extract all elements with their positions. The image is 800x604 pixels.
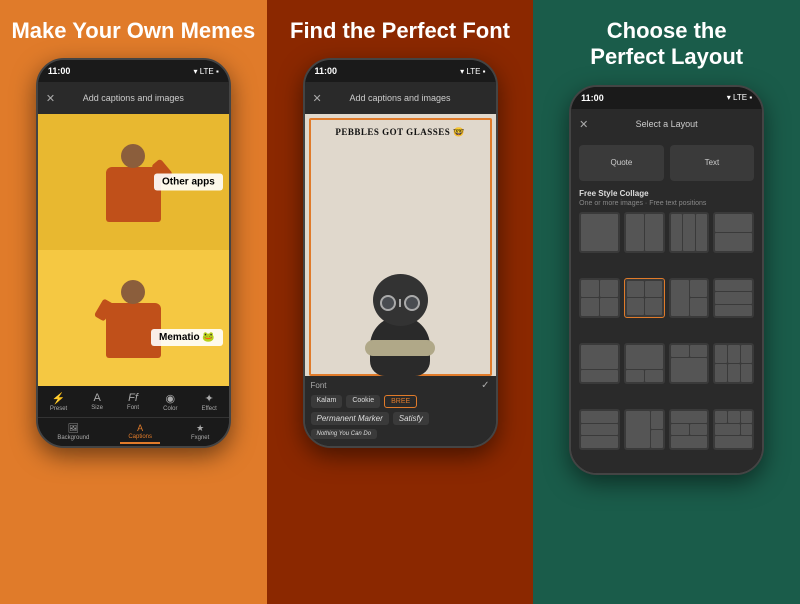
layout-item-7[interactable] <box>669 278 710 319</box>
meme-top-label: Other apps <box>154 174 223 191</box>
layout-content: Quote Text Free Style Collage One or mor… <box>571 141 762 473</box>
status-icons-1: ▾ LTE ▪ <box>193 67 218 76</box>
header-title-2: Add captions and images <box>349 93 450 104</box>
toolbar-icons-row: ⚡ Preset A Size Ff Font ◉ Color ✦ Effe <box>38 386 229 418</box>
font-cookie[interactable]: Cookie <box>346 395 380 408</box>
layout-opt-quote-label: Quote <box>611 158 633 167</box>
status-time-2: 11:00 <box>315 66 338 76</box>
layout-item-11[interactable] <box>669 343 710 384</box>
app-header-2: ✕ Add captions and images <box>305 82 496 114</box>
font-selector: Font ✓ Kalam Cookie BREE Permanent Marke… <box>305 376 496 446</box>
layout-opt-text[interactable]: Text <box>670 145 755 181</box>
layout-item-2[interactable] <box>624 212 665 253</box>
panel-3-title: Choose thePerfect Layout <box>590 18 743 71</box>
toolbar-font[interactable]: Ff Font <box>127 392 139 411</box>
panel-layout: Choose thePerfect Layout 11:00 ▾ LTE ▪ ✕… <box>533 0 800 604</box>
meme-bottom: Mematio 🐸 <box>38 250 229 386</box>
layout-item-12[interactable] <box>713 343 754 384</box>
meme-bottom-label: Mematio 🐸 <box>151 329 223 346</box>
layout-opt-text-label: Text <box>705 158 720 167</box>
phone-3: 11:00 ▾ LTE ▪ ✕ Select a Layout Quote Te… <box>569 85 764 475</box>
status-bar-2: 11:00 ▾ LTE ▪ <box>305 60 496 82</box>
layout-section-title: Free Style Collage <box>571 185 762 200</box>
tab-captions[interactable]: A Captions <box>120 421 160 444</box>
layout-item-1[interactable] <box>579 212 620 253</box>
phone-1: 11:00 ▾ LTE ▪ ✕ Add captions and images <box>36 58 231 448</box>
phone-toolbar-1: ⚡ Preset A Size Ff Font ◉ Color ✦ Effe <box>38 386 229 446</box>
font-row-header: Font ✓ <box>311 380 490 391</box>
close-button-2[interactable]: ✕ <box>313 92 322 105</box>
status-time-1: 11:00 <box>48 66 71 76</box>
toolbar-effect[interactable]: ✦ Effect <box>202 392 217 412</box>
font-bree[interactable]: BREE <box>384 395 417 408</box>
layout-top-options: Quote Text <box>571 141 762 185</box>
pug-text-overlay: PEBBLES GOT GLASSES 🤓 <box>335 127 464 137</box>
layout-item-13[interactable] <box>579 409 620 450</box>
layout-item-16[interactable] <box>713 409 754 450</box>
status-bar-1: 11:00 ▾ LTE ▪ <box>38 60 229 82</box>
meme-container: Other apps Mematio 🐸 <box>38 114 229 386</box>
panel-1-title: Make Your Own Memes <box>11 18 255 44</box>
app-header-3: ✕ Select a Layout <box>571 109 762 141</box>
panel-2-title: Find the Perfect Font <box>290 18 510 44</box>
font-satisfy[interactable]: Satisfy <box>393 412 429 425</box>
status-time-3: 11:00 <box>581 93 604 103</box>
layout-item-15[interactable] <box>669 409 710 450</box>
status-icons-2: ▾ LTE ▪ <box>460 67 485 76</box>
toolbar-preset[interactable]: ⚡ Preset <box>50 392 67 412</box>
close-button-1[interactable]: ✕ <box>46 92 55 105</box>
toolbar-size[interactable]: A Size <box>91 392 103 411</box>
toolbar-tabs-row: 🖼 Background A Captions ★ Fxgnet <box>38 418 229 446</box>
close-button-3[interactable]: ✕ <box>579 118 588 131</box>
font-options: Kalam Cookie BREE Permanent Marker Satis… <box>311 395 490 439</box>
layout-grid <box>571 210 762 473</box>
panel-font: Find the Perfect Font 11:00 ▾ LTE ▪ ✕ Ad… <box>267 0 534 604</box>
meme-content: Other apps Mematio 🐸 <box>38 114 229 386</box>
font-permanent-marker[interactable]: Permanent Marker <box>311 412 389 425</box>
font-image-area: PEBBLES GOT GLASSES 🤓 <box>305 114 496 376</box>
header-title-1: Add captions and images <box>83 93 184 104</box>
panel-memes: Make Your Own Memes 11:00 ▾ LTE ▪ ✕ Add … <box>0 0 267 604</box>
layout-item-8[interactable] <box>713 278 754 319</box>
header-title-3: Select a Layout <box>636 119 698 130</box>
toolbar-color[interactable]: ◉ Color <box>163 392 177 412</box>
layout-opt-quote[interactable]: Quote <box>579 145 664 181</box>
layout-item-10[interactable] <box>624 343 665 384</box>
font-nothing[interactable]: Nothing You Can Do <box>311 429 378 439</box>
layout-section-sub: One or more images · Free text positions <box>571 200 762 210</box>
app-header-1: ✕ Add captions and images <box>38 82 229 114</box>
meme-top: Other apps <box>38 114 229 250</box>
layout-item-3[interactable] <box>669 212 710 253</box>
font-label: Font <box>311 381 327 390</box>
layout-item-9[interactable] <box>579 343 620 384</box>
layout-item-4[interactable] <box>713 212 754 253</box>
layout-item-5[interactable] <box>579 278 620 319</box>
font-check: ✓ <box>481 380 489 391</box>
layout-item-14[interactable] <box>624 409 665 450</box>
tab-fxgnet[interactable]: ★ Fxgnet <box>183 421 217 443</box>
layout-item-6-selected[interactable] <box>624 278 665 319</box>
status-icons-3: ▾ LTE ▪ <box>727 93 752 102</box>
phone-2: 11:00 ▾ LTE ▪ ✕ Add captions and images … <box>303 58 498 448</box>
font-kalam[interactable]: Kalam <box>311 395 343 408</box>
tab-background[interactable]: 🖼 Background <box>49 421 97 443</box>
status-bar-3: 11:00 ▾ LTE ▪ <box>571 87 762 109</box>
